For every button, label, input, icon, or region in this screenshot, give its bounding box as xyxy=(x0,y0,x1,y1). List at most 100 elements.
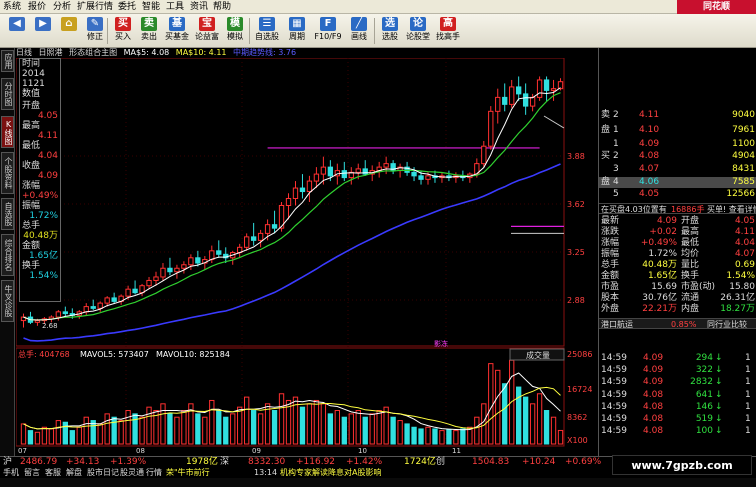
order-row-buy[interactable]: 5 4.05 12566 xyxy=(599,189,756,200)
watchlist-button[interactable]: ☰ 自选股 xyxy=(252,16,282,46)
order-row-buy[interactable]: 1 4.09 1100 xyxy=(599,139,756,150)
price: 4.09 xyxy=(639,139,660,149)
buy-button[interactable]: 买买入 xyxy=(110,16,136,46)
tab-diagnosis[interactable]: 牛叉诊股 xyxy=(1,280,14,322)
sell-button[interactable]: 卖卖出 xyxy=(136,16,162,46)
template-name[interactable]: 形态组合主图 xyxy=(69,48,117,57)
stat-value: 18.27万 xyxy=(720,304,755,314)
period-button[interactable]: ▦ 周期 xyxy=(284,16,310,46)
stats-row[interactable]: 市盈 15.69 市盈(动) 15.80 xyxy=(599,282,756,293)
big-order-detail-link[interactable]: 买单! 查看详情 xyxy=(707,204,756,215)
simulate-button[interactable]: 模模拟 xyxy=(222,16,248,46)
tab-ranking[interactable]: 综合排名 xyxy=(1,234,14,276)
menu-quote[interactable]: 报价 xyxy=(28,1,46,13)
tick-time: 14:59 xyxy=(601,353,627,363)
forward-button[interactable]: ▶ xyxy=(30,16,56,46)
order-row-buy[interactable]: 盘 4 4.06 7585 xyxy=(599,177,756,188)
bottom-link-market[interactable]: 行情 xyxy=(146,467,162,478)
volume-bar xyxy=(216,410,222,445)
menu-system[interactable]: 系统 xyxy=(3,1,21,13)
volume-bar xyxy=(104,413,110,445)
stats-row[interactable]: 最新 4.09 开盘 4.05 xyxy=(599,216,756,227)
buy-label: 盘 xyxy=(601,177,611,187)
open-value: 4.05 xyxy=(37,111,58,121)
tick-row[interactable]: 14:59 4.08 519 ↓ 1 xyxy=(599,414,756,425)
stat-label: 外盘 xyxy=(601,304,620,314)
order-row-buy[interactable]: 买 2 4.08 4904 xyxy=(599,151,756,162)
indicator-name: 日照港 xyxy=(38,48,63,57)
volume-bar xyxy=(516,386,522,445)
tick-count: 1 xyxy=(745,353,751,363)
menu-analysis[interactable]: 分析 xyxy=(53,1,71,13)
tick-row[interactable]: 14:59 4.08 641 ↓ 1 xyxy=(599,390,756,401)
change-label: 涨幅 xyxy=(22,181,41,191)
volume: 1100 xyxy=(732,139,755,149)
profit-button[interactable]: 宝论益富 xyxy=(192,16,222,46)
tab-intraday[interactable]: 分时图 xyxy=(1,78,14,110)
candle-body xyxy=(62,311,68,315)
candle-body xyxy=(481,145,487,165)
stat-label: 涨幅 xyxy=(601,238,620,248)
big-order-bar[interactable]: 在买盘4.03位置有 16886手 买单! 查看详情 xyxy=(599,203,756,214)
stats-row[interactable]: 涨跌 +0.02 最高 4.11 xyxy=(599,227,756,238)
main-chart[interactable]: 3.88 3.62 3.25 2.88 2.68 影冻 总手: 404768 M… xyxy=(16,58,596,456)
tick-row[interactable]: 14:59 4.09 2832 ↓ 1 xyxy=(599,377,756,388)
forum-button[interactable]: 论论股堂 xyxy=(403,16,433,46)
draw-line-button[interactable]: ╱ 画线 xyxy=(346,16,372,46)
f10-button[interactable]: F F10/F9 xyxy=(312,16,344,46)
stats-row[interactable]: 金额 1.65亿 换手 1.54% xyxy=(599,271,756,282)
stats-row[interactable]: 振幅 1.72% 均价 4.07 xyxy=(599,249,756,260)
volume-bar xyxy=(355,410,361,445)
bottom-link-analysis[interactable]: 解盘 xyxy=(66,467,82,478)
stats-row[interactable]: 外盘 22.21万 内盘 18.27万 xyxy=(599,304,756,315)
order-row-sell[interactable]: 盘 1 4.10 7961 xyxy=(599,125,756,136)
tick-price: 4.09 xyxy=(643,377,664,388)
tick-row[interactable]: 14:59 4.09 294 ↓ 1 xyxy=(599,353,756,364)
candle-body xyxy=(167,267,173,273)
period-label[interactable]: 日线 xyxy=(16,48,32,57)
menu-tools[interactable]: 工具 xyxy=(166,1,184,13)
tab-watchlist[interactable]: 自选股 xyxy=(1,198,14,230)
bottom-link-mobile[interactable]: 手机 xyxy=(3,467,19,478)
buy-fund-button[interactable]: 基买基金 xyxy=(162,16,192,46)
menu-news[interactable]: 资讯 xyxy=(190,1,208,13)
menu-help[interactable]: 帮助 xyxy=(213,1,231,13)
stock-select-button[interactable]: 选选股 xyxy=(377,16,403,46)
tab-apps[interactable]: 应用 xyxy=(1,50,14,72)
stats-row[interactable]: 股本 30.76亿 流通 26.31亿 xyxy=(599,293,756,304)
forward-icon: ▶ xyxy=(35,17,51,31)
tick-row[interactable]: 14:59 4.08 146 ↓ 1 xyxy=(599,402,756,413)
bottom-link-message[interactable]: 留言 xyxy=(24,467,40,478)
industry-tab[interactable]: 港口航运 xyxy=(601,319,633,330)
bottom-link-service[interactable]: 客服 xyxy=(45,467,61,478)
bottom-link-diary[interactable]: 股市日记 xyxy=(87,467,119,478)
tab-stock-info[interactable]: 个股资料 xyxy=(1,152,14,194)
news-headline[interactable]: 机构专家解读降息对A股影响 xyxy=(280,467,381,478)
stat-value: 4.05 xyxy=(734,216,755,226)
volume-bar xyxy=(341,416,347,445)
order-row-buy[interactable]: 3 4.07 8431 xyxy=(599,164,756,175)
stat-label: 振幅 xyxy=(601,249,620,259)
industry-compare-tab[interactable]: 同行业比较 xyxy=(707,319,747,330)
menu-smart[interactable]: 智能 xyxy=(142,1,160,13)
edit-button[interactable]: ✎ 修正 xyxy=(82,16,108,46)
stat-label: 金额 xyxy=(601,271,620,281)
volume-bar xyxy=(230,413,236,445)
tab-kline[interactable]: K线图 xyxy=(1,116,14,148)
tick-row[interactable]: 14:59 4.08 100 ↓ 1 xyxy=(599,426,756,437)
bottom-link-link[interactable]: 股灵通 xyxy=(120,467,144,478)
volume-bar xyxy=(390,416,396,445)
tick-row[interactable]: 14:59 4.09 322 ↓ 1 xyxy=(599,365,756,376)
volume-label: 总手 xyxy=(22,221,41,231)
stats-row[interactable]: 涨幅 +0.49% 最低 4.04 xyxy=(599,238,756,249)
volume-bar xyxy=(320,403,327,445)
menu-extended[interactable]: 扩展行情 xyxy=(77,1,113,13)
stats-row[interactable]: 总手 40.48万 量比 0.69 xyxy=(599,260,756,271)
find-expert-button[interactable]: 高找高手 xyxy=(433,16,463,46)
menu-trade[interactable]: 委托 xyxy=(118,1,136,13)
candle-body xyxy=(216,250,222,255)
order-row-sell[interactable]: 卖 2 4.11 9040 xyxy=(599,110,756,121)
home-button[interactable]: ⌂ xyxy=(56,16,82,46)
back-button[interactable]: ◀ xyxy=(4,16,30,46)
tick-price: 4.08 xyxy=(643,389,664,400)
